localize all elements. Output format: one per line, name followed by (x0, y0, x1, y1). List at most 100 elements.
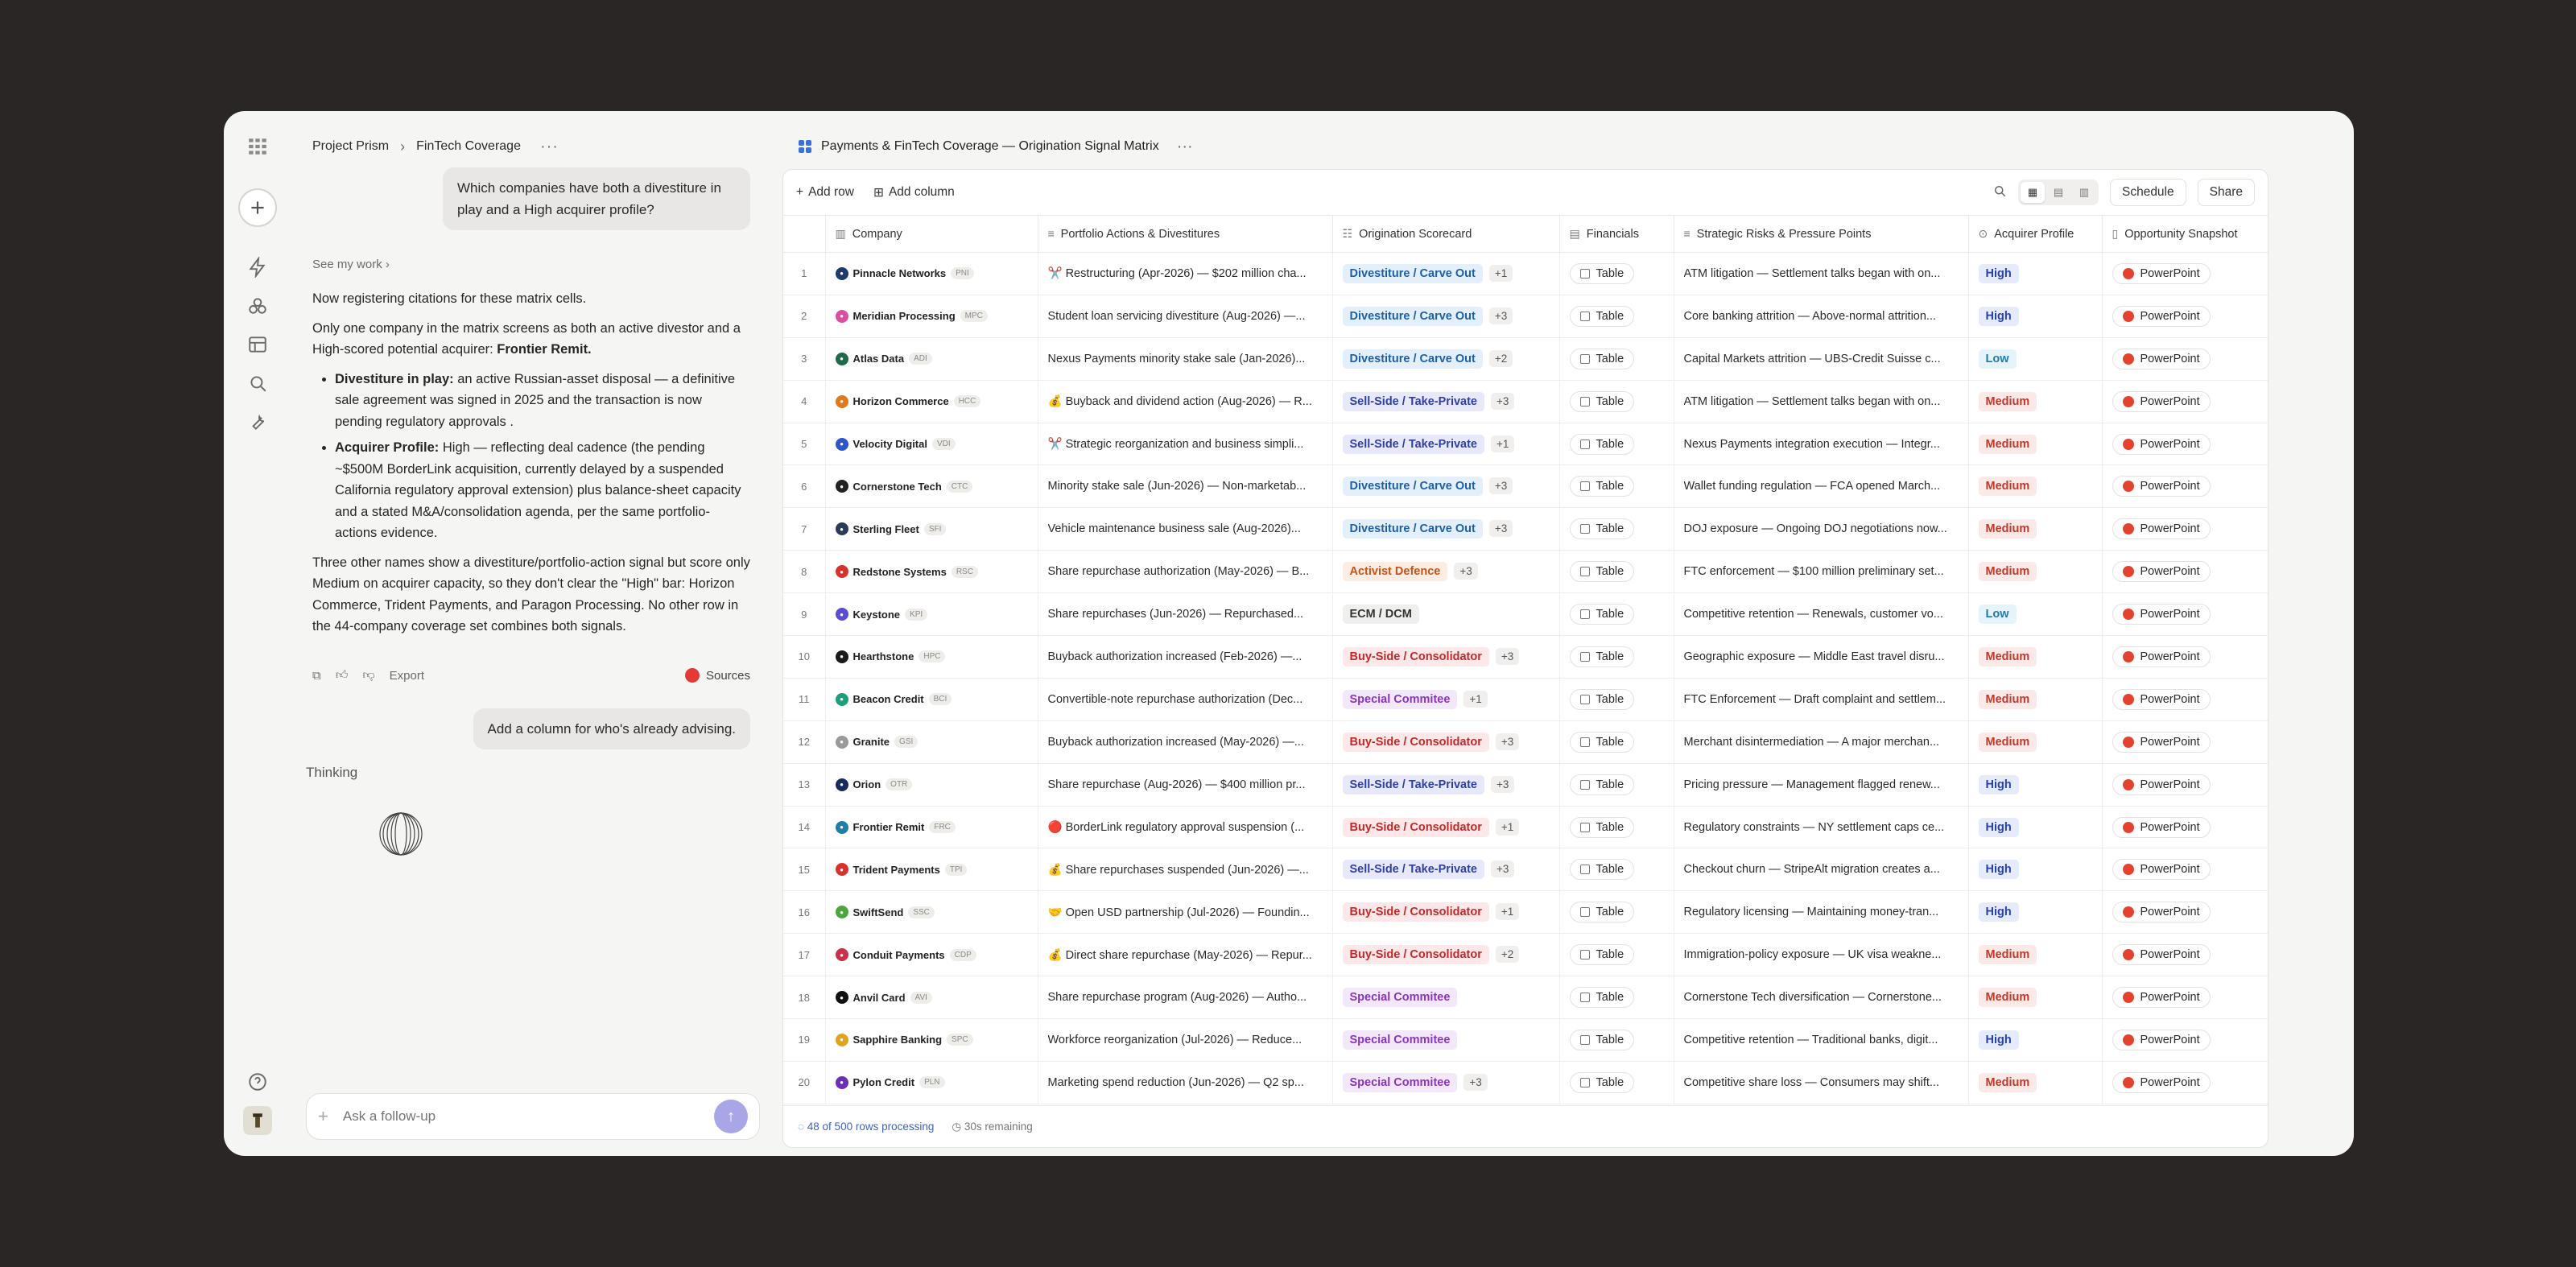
acquirer-profile-cell[interactable]: High (1968, 295, 2103, 338)
more-tags-badge[interactable]: +3 (1491, 392, 1515, 410)
financials-table-chip[interactable]: Table (1569, 433, 1635, 455)
company-cell[interactable]: ● Anvil Card AVI (825, 976, 1038, 1020)
company-cell[interactable]: ● Sterling Fleet SFI (825, 507, 1038, 551)
financials-table-chip[interactable]: Table (1569, 816, 1635, 838)
risk-cell[interactable]: Core banking attrition — Above-normal at… (1674, 295, 1969, 338)
table-icon[interactable] (245, 332, 270, 357)
column-header-company[interactable]: ▥ Company (825, 215, 1038, 253)
table-row[interactable]: 10 ● Hearthstone HPC Buyback authorizati… (783, 635, 2268, 679)
portfolio-action-cell[interactable]: Minority stake sale (Jun-2026) — Non-mar… (1038, 464, 1333, 509)
powerpoint-chip[interactable]: PowerPoint (2112, 774, 2211, 795)
company-cell[interactable]: ● Velocity Digital VDI (825, 423, 1038, 466)
table-row[interactable]: 15 ● Trident Payments TPI 💰 Share repurc… (783, 848, 2268, 892)
see-my-work-link[interactable]: See my work › (312, 258, 390, 271)
portfolio-action-cell[interactable]: 🤝 Open USD partnership (Jul-2026) — Foun… (1038, 890, 1333, 935)
scorecard-cell[interactable]: Divestiture / Carve Out +3 (1332, 464, 1560, 509)
financials-cell[interactable]: Table (1559, 806, 1674, 849)
help-icon[interactable] (245, 1069, 270, 1095)
snapshot-cell[interactable]: PowerPoint (2102, 380, 2268, 423)
acquirer-profile-cell[interactable]: High (1968, 806, 2103, 849)
financials-cell[interactable]: Table (1559, 550, 1674, 594)
attach-plus-icon[interactable]: + (318, 1106, 328, 1127)
portfolio-action-cell[interactable]: Share repurchase authorization (May-2026… (1038, 550, 1333, 594)
table-row[interactable]: 20 ● Pylon Credit PLN Marketing spend re… (783, 1061, 2268, 1104)
company-cell[interactable]: ● Granite GSI (825, 720, 1038, 764)
table-row[interactable]: 17 ● Conduit Payments CDP 💰 Direct share… (783, 933, 2268, 977)
scorecard-cell[interactable]: Sell-Side / Take-Private +3 (1332, 848, 1560, 892)
portfolio-action-cell[interactable]: Student loan servicing divestiture (Aug-… (1038, 295, 1333, 338)
acquirer-profile-cell[interactable]: Medium (1968, 976, 2103, 1020)
portfolio-action-cell[interactable]: 💰 Direct share repurchase (May-2026) — R… (1038, 933, 1333, 977)
financials-table-chip[interactable]: Table (1569, 902, 1635, 923)
company-cell[interactable]: ● Keystone KPI (825, 592, 1038, 637)
financials-table-chip[interactable]: Table (1569, 518, 1635, 540)
list-view-icon[interactable]: ▤ (2046, 182, 2070, 203)
add-row-button[interactable]: + Add row (796, 185, 854, 200)
scorecard-cell[interactable]: Special Commitee +3 (1332, 1061, 1560, 1104)
snapshot-cell[interactable]: PowerPoint (2102, 933, 2268, 977)
more-tags-badge[interactable]: +3 (1491, 775, 1515, 793)
risk-cell[interactable]: DOJ exposure — Ongoing DOJ negotiations … (1674, 507, 1969, 551)
financials-table-chip[interactable]: Table (1569, 561, 1635, 583)
table-row[interactable]: 4 ● Horizon Commerce HCC 💰 Buyback and d… (783, 380, 2268, 423)
portfolio-action-cell[interactable]: 💰 Share repurchases suspended (Jun-2026)… (1038, 848, 1333, 892)
portfolio-action-cell[interactable]: Buyback authorization increased (Feb-202… (1038, 635, 1333, 679)
portfolio-action-cell[interactable]: Workforce reorganization (Jul-2026) — Re… (1038, 1018, 1333, 1062)
risk-cell[interactable]: Capital Markets attrition — UBS-Credit S… (1674, 337, 1969, 381)
acquirer-profile-cell[interactable]: High (1968, 890, 2103, 935)
snapshot-cell[interactable]: PowerPoint (2102, 890, 2268, 935)
scorecard-cell[interactable]: Sell-Side / Take-Private +3 (1332, 763, 1560, 807)
scorecard-cell[interactable]: Special Commitee (1332, 976, 1560, 1020)
powerpoint-chip[interactable]: PowerPoint (2112, 262, 2211, 284)
more-options-icon[interactable]: ··· (540, 138, 559, 156)
company-cell[interactable]: ● SwiftSend SSC (825, 890, 1038, 935)
snapshot-cell[interactable]: PowerPoint (2102, 635, 2268, 679)
portfolio-action-cell[interactable]: Buyback authorization increased (May-202… (1038, 720, 1333, 764)
column-header-strategic-risks[interactable]: ≡ Strategic Risks & Pressure Points (1674, 215, 1969, 253)
snapshot-cell[interactable]: PowerPoint (2102, 806, 2268, 849)
powerpoint-chip[interactable]: PowerPoint (2112, 476, 2211, 497)
company-cell[interactable]: ● Redstone Systems RSC (825, 550, 1038, 594)
financials-cell[interactable]: Table (1559, 678, 1674, 721)
portfolio-action-cell[interactable]: Vehicle maintenance business sale (Aug-2… (1038, 507, 1333, 551)
snapshot-cell[interactable]: PowerPoint (2102, 337, 2268, 381)
powerpoint-chip[interactable]: PowerPoint (2112, 604, 2211, 625)
thumbs-up-icon[interactable]: 👍︎ (336, 668, 349, 683)
financials-table-chip[interactable]: Table (1569, 1071, 1635, 1093)
company-cell[interactable]: ● Hearthstone HPC (825, 635, 1038, 679)
table-row[interactable]: 1 ● Pinnacle Networks PNI ✂️ Restructuri… (783, 252, 2268, 295)
risk-cell[interactable]: Immigration-policy exposure — UK visa we… (1674, 933, 1969, 977)
portfolio-action-cell[interactable]: Share repurchase program (Aug-2026) — Au… (1038, 976, 1333, 1020)
scorecard-cell[interactable]: Sell-Side / Take-Private +1 (1332, 423, 1560, 466)
financials-cell[interactable]: Table (1559, 464, 1674, 509)
table-row[interactable]: 7 ● Sterling Fleet SFI Vehicle maintenan… (783, 507, 2268, 551)
sources-button[interactable]: Sources (684, 668, 750, 683)
financials-cell[interactable]: Table (1559, 423, 1674, 466)
table-row[interactable]: 16 ● SwiftSend SSC 🤝 Open USD partnershi… (783, 890, 2268, 935)
snapshot-cell[interactable]: PowerPoint (2102, 550, 2268, 594)
snapshot-cell[interactable]: PowerPoint (2102, 763, 2268, 807)
acquirer-profile-cell[interactable]: Medium (1968, 678, 2103, 721)
table-row[interactable]: 13 ● Orion OTR Share repurchase (Aug-202… (783, 763, 2268, 807)
company-cell[interactable]: ● Sapphire Banking SPC (825, 1018, 1038, 1062)
company-cell[interactable]: ● Pinnacle Networks PNI (825, 252, 1038, 295)
column-header-portfolio-actions[interactable]: ≡ Portfolio Actions & Divestitures (1038, 215, 1333, 253)
more-options-icon[interactable]: ··· (1177, 138, 1193, 156)
risk-cell[interactable]: Competitive retention — Traditional bank… (1674, 1018, 1969, 1062)
financials-table-chip[interactable]: Table (1569, 476, 1635, 497)
financials-cell[interactable]: Table (1559, 592, 1674, 637)
scorecard-cell[interactable]: Divestiture / Carve Out +1 (1332, 252, 1560, 295)
financials-cell[interactable]: Table (1559, 1061, 1674, 1104)
table-row[interactable]: 5 ● Velocity Digital VDI ✂️ Strategic re… (783, 423, 2268, 466)
breadcrumb-page[interactable]: FinTech Coverage (416, 139, 521, 154)
thumbs-down-icon[interactable]: 👎︎ (362, 668, 374, 683)
financials-cell[interactable]: Table (1559, 1018, 1674, 1062)
powerpoint-chip[interactable]: PowerPoint (2112, 944, 2211, 966)
company-cell[interactable]: ● Orion OTR (825, 763, 1038, 807)
more-tags-badge[interactable]: +1 (1463, 690, 1488, 708)
risk-cell[interactable]: FTC Enforcement — Draft complaint and se… (1674, 678, 1969, 721)
powerpoint-chip[interactable]: PowerPoint (2112, 1029, 2211, 1050)
financials-table-chip[interactable]: Table (1569, 604, 1635, 625)
scorecard-cell[interactable]: Activist Defence +3 (1332, 550, 1560, 594)
scorecard-cell[interactable]: Divestiture / Carve Out +3 (1332, 295, 1560, 338)
